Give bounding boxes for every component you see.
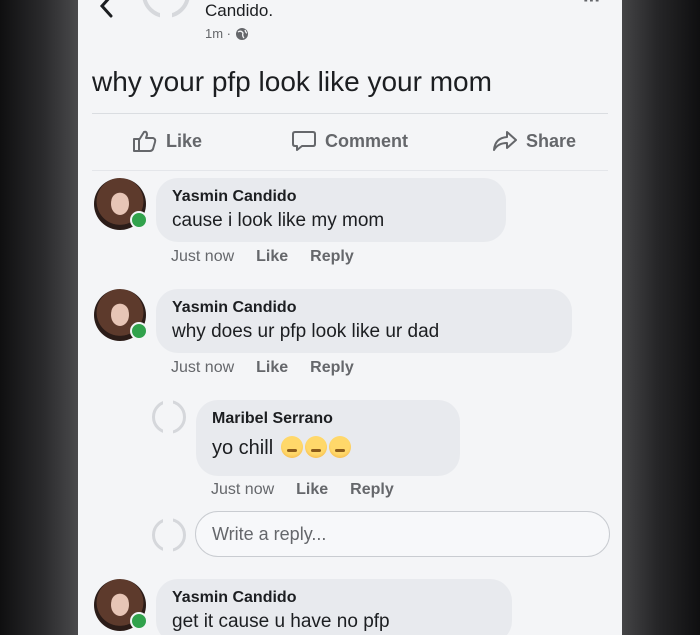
online-status-dot — [130, 322, 148, 340]
back-arrow-icon[interactable] — [94, 0, 120, 18]
comment-bubble-icon — [292, 131, 316, 151]
thumbs-up-icon — [133, 130, 157, 152]
comment-meta: Just now Like Reply — [171, 359, 354, 377]
crying-face-icon — [328, 436, 351, 458]
post-author-name[interactable]: Candido. — [205, 1, 273, 21]
comment-text: yo chill — [212, 436, 444, 460]
author-avatar[interactable] — [140, 0, 192, 22]
reply-avatar-placeholder[interactable] — [152, 400, 186, 434]
commenter-name[interactable]: Maribel Serrano — [212, 410, 444, 428]
crying-face-icon — [280, 436, 303, 458]
like-button[interactable]: Like — [132, 129, 202, 153]
commenter-name[interactable]: Yasmin Candido — [172, 299, 556, 317]
commenter-avatar[interactable] — [94, 579, 148, 631]
commenter-avatar[interactable] — [94, 289, 148, 341]
my-avatar-placeholder — [152, 518, 186, 552]
comment-meta: Just now Like Reply — [211, 481, 394, 499]
avatar-face — [111, 193, 129, 215]
crying-face-icon — [304, 436, 327, 458]
share-arrow-icon — [493, 131, 517, 151]
comment-time: Just now — [171, 359, 235, 376]
comment-text: why does ur pfp look like ur dad — [172, 321, 440, 342]
comment-reply-link[interactable]: Reply — [310, 248, 354, 266]
commenter-avatar[interactable] — [94, 178, 148, 230]
online-status-dot — [130, 211, 148, 229]
more-options-icon[interactable]: ··· — [583, 0, 601, 13]
online-status-dot — [130, 612, 148, 630]
background-right-edge — [622, 0, 700, 635]
background-left-edge — [0, 0, 78, 635]
comment-bubble: Yasmin Candido cause i look like my mom — [156, 178, 506, 242]
comment-text: cause i look like my mom — [172, 210, 385, 231]
globe-icon — [236, 27, 248, 40]
write-reply-input[interactable]: Write a reply... — [195, 511, 610, 557]
post-header: Candido. 1m · ··· — [78, 0, 622, 60]
post-meta: 1m · — [205, 26, 249, 41]
post-action-bar: Like Comment Share — [92, 113, 608, 171]
commenter-name[interactable]: Yasmin Candido — [172, 188, 490, 206]
comment-reply-link[interactable]: Reply — [310, 359, 354, 377]
comment-like-link[interactable]: Like — [256, 248, 288, 266]
share-button[interactable]: Share — [492, 129, 576, 153]
comment-bubble: Yasmin Candido why does ur pfp look like… — [156, 289, 572, 353]
avatar-face — [111, 304, 129, 326]
commenter-name[interactable]: Yasmin Candido — [172, 589, 496, 607]
comment-label: Comment — [325, 130, 409, 151]
comment-time: Just now — [171, 248, 235, 265]
comment-text: get it cause u have no pfp — [172, 611, 390, 632]
post-time: 1m · — [205, 26, 231, 41]
comment-button[interactable]: Comment — [291, 129, 408, 153]
like-label: Like — [166, 130, 203, 151]
facebook-post-screen: Candido. 1m · ··· why your pfp look like… — [78, 0, 622, 635]
reply-placeholder: Write a reply... — [212, 524, 327, 544]
comment-bubble: Yasmin Candido get it cause u have no pf… — [156, 579, 512, 635]
comment-text-value: yo chill — [212, 437, 274, 459]
reply-bubble: Maribel Serrano yo chill — [196, 400, 460, 476]
post-text: why your pfp look like your mom — [92, 66, 492, 97]
share-label: Share — [526, 130, 577, 151]
avatar-face — [111, 594, 129, 616]
comment-like-link[interactable]: Like — [296, 481, 328, 499]
comment-meta: Just now Like Reply — [171, 248, 354, 266]
comment-like-link[interactable]: Like — [256, 359, 288, 377]
comment-reply-link[interactable]: Reply — [350, 481, 394, 499]
comment-time: Just now — [211, 481, 275, 498]
